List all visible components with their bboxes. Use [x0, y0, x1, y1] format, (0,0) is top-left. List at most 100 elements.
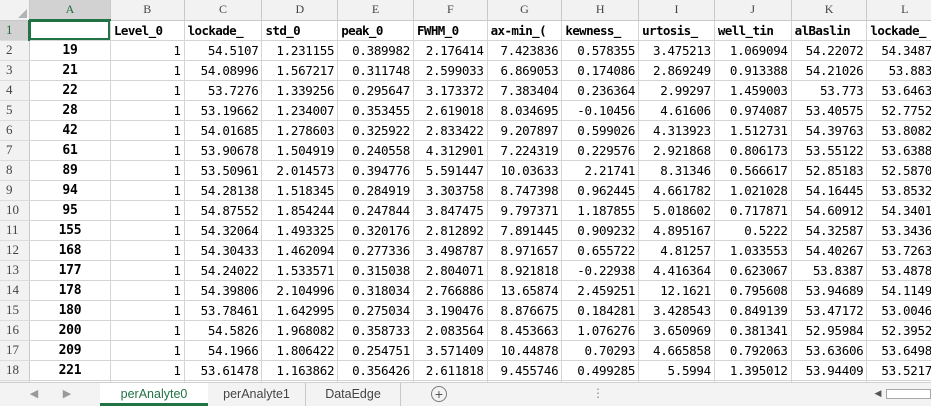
- grid-cell[interactable]: 0.184281: [561, 300, 640, 321]
- grid-cell[interactable]: 200: [29, 320, 111, 341]
- header-cell[interactable]: urtosis_: [638, 20, 715, 41]
- grid-cell[interactable]: 0.315038: [337, 260, 414, 281]
- grid-cell[interactable]: 53.47172: [791, 300, 868, 321]
- grid-cell[interactable]: 5.5994: [638, 360, 715, 381]
- grid-cell[interactable]: 0.284919: [337, 180, 414, 201]
- grid-cell[interactable]: 7.224319: [487, 140, 563, 161]
- grid-cell[interactable]: 2.104996: [261, 280, 339, 301]
- grid-cell[interactable]: 53.64985: [866, 340, 931, 361]
- grid-cell[interactable]: 2.014573: [261, 160, 339, 181]
- row-header[interactable]: 5: [0, 100, 30, 121]
- grid-cell[interactable]: 1.462094: [261, 240, 339, 261]
- grid-cell[interactable]: 2.921868: [638, 140, 715, 161]
- grid-cell[interactable]: 0.806173: [714, 140, 792, 161]
- tab-dataedge[interactable]: DataEdge: [306, 383, 401, 406]
- grid-cell[interactable]: 0.909232: [561, 220, 640, 241]
- grid-cell[interactable]: 3.475213: [638, 40, 715, 61]
- grid-cell[interactable]: 3.571409: [413, 340, 488, 361]
- grid-cell[interactable]: 3.428543: [638, 300, 715, 321]
- grid-cell[interactable]: 1.395012: [714, 360, 792, 381]
- row-header[interactable]: 16: [0, 320, 30, 341]
- active-cell-a1[interactable]: [29, 20, 111, 41]
- grid-cell[interactable]: 54.87552: [184, 200, 263, 221]
- grid-cell[interactable]: -0.22938: [561, 260, 640, 281]
- grid-cell[interactable]: 0.353455: [337, 100, 414, 121]
- grid-cell[interactable]: 7.423836: [487, 40, 563, 61]
- grid-cell[interactable]: 4.665858: [638, 340, 715, 361]
- grid-cell[interactable]: 1: [110, 320, 185, 341]
- header-cell[interactable]: kewness_: [561, 20, 640, 41]
- grid-cell[interactable]: 54.01685: [184, 120, 263, 141]
- grid-cell[interactable]: 0.236364: [561, 80, 640, 101]
- grid-cell[interactable]: 1: [110, 360, 185, 381]
- grid-cell[interactable]: 1.504919: [261, 140, 339, 161]
- more-options-icon[interactable]: ⋮: [592, 386, 605, 400]
- header-cell[interactable]: lockade_: [184, 20, 263, 41]
- row-header[interactable]: 4: [0, 80, 30, 101]
- grid-cell[interactable]: 54.60912: [791, 200, 868, 221]
- grid-cell[interactable]: 53.40575: [791, 100, 868, 121]
- column-header-h[interactable]: H: [561, 0, 640, 21]
- grid-cell[interactable]: 2.083564: [413, 320, 488, 341]
- select-all-corner[interactable]: [0, 0, 30, 21]
- grid-cell[interactable]: 53.90678: [184, 140, 263, 161]
- grid-cell[interactable]: 53.8387: [791, 260, 868, 281]
- grid-cell[interactable]: 1: [110, 200, 185, 221]
- grid-cell[interactable]: 1.518345: [261, 180, 339, 201]
- grid-cell[interactable]: 1.854244: [261, 200, 339, 221]
- grid-cell[interactable]: 0.623067: [714, 260, 792, 281]
- grid-cell[interactable]: 155: [29, 220, 111, 241]
- grid-cell[interactable]: 54.34878: [866, 40, 931, 61]
- horizontal-scrollbar[interactable]: ◀: [866, 387, 931, 401]
- column-header-g[interactable]: G: [487, 0, 563, 21]
- next-sheet-arrow-icon[interactable]: ▶: [60, 387, 74, 400]
- grid-cell[interactable]: 28: [29, 100, 111, 121]
- grid-cell[interactable]: 0.318034: [337, 280, 414, 301]
- column-header-c[interactable]: C: [184, 0, 263, 21]
- column-header-i[interactable]: I: [638, 0, 715, 21]
- row-header[interactable]: 3: [0, 60, 30, 81]
- grid-cell[interactable]: 1: [110, 280, 185, 301]
- grid-cell[interactable]: 54.5107: [184, 40, 263, 61]
- grid-cell[interactable]: 1: [110, 340, 185, 361]
- grid-cell[interactable]: 0.962445: [561, 180, 640, 201]
- grid-cell[interactable]: 8.453663: [487, 320, 563, 341]
- grid-cell[interactable]: 0.655722: [561, 240, 640, 261]
- grid-cell[interactable]: 1.278603: [261, 120, 339, 141]
- grid-cell[interactable]: 53.94409: [791, 360, 868, 381]
- grid-cell[interactable]: 95: [29, 200, 111, 221]
- grid-cell[interactable]: 8.921818: [487, 260, 563, 281]
- grid-cell[interactable]: 0.247844: [337, 200, 414, 221]
- grid-cell[interactable]: 0.295647: [337, 80, 414, 101]
- row-header[interactable]: 9: [0, 180, 30, 201]
- grid-cell[interactable]: 53.773: [791, 80, 868, 101]
- column-header-b[interactable]: B: [110, 0, 185, 21]
- header-cell[interactable]: lockade_: [866, 20, 931, 41]
- grid-cell[interactable]: 0.325922: [337, 120, 414, 141]
- grid-cell[interactable]: 54.39806: [184, 280, 263, 301]
- grid-cell[interactable]: 1: [110, 180, 185, 201]
- grid-cell[interactable]: 0.254751: [337, 340, 414, 361]
- grid-cell[interactable]: 89: [29, 160, 111, 181]
- grid-cell[interactable]: 0.389982: [337, 40, 414, 61]
- grid-cell[interactable]: 1: [110, 160, 185, 181]
- grid-cell[interactable]: 0.381341: [714, 320, 792, 341]
- grid-cell[interactable]: 53.72635: [866, 240, 931, 261]
- grid-cell[interactable]: 1.339256: [261, 80, 339, 101]
- row-header[interactable]: 18: [0, 360, 30, 381]
- header-cell[interactable]: alBaslin: [791, 20, 868, 41]
- grid-cell[interactable]: 5.018602: [638, 200, 715, 221]
- grid-cell[interactable]: 1.163862: [261, 360, 339, 381]
- grid-cell[interactable]: 8.034695: [487, 100, 563, 121]
- grid-cell[interactable]: 53.19662: [184, 100, 263, 121]
- grid-cell[interactable]: 0.358733: [337, 320, 414, 341]
- grid-cell[interactable]: 4.895167: [638, 220, 715, 241]
- grid-cell[interactable]: 1.187855: [561, 200, 640, 221]
- grid-cell[interactable]: 178: [29, 280, 111, 301]
- grid-cell[interactable]: 54.28138: [184, 180, 263, 201]
- grid-cell[interactable]: 13.65874: [487, 280, 563, 301]
- grid-cell[interactable]: 0.566617: [714, 160, 792, 181]
- grid-cell[interactable]: 1.512731: [714, 120, 792, 141]
- grid-cell[interactable]: 1: [110, 140, 185, 161]
- column-header-a[interactable]: A: [29, 0, 111, 21]
